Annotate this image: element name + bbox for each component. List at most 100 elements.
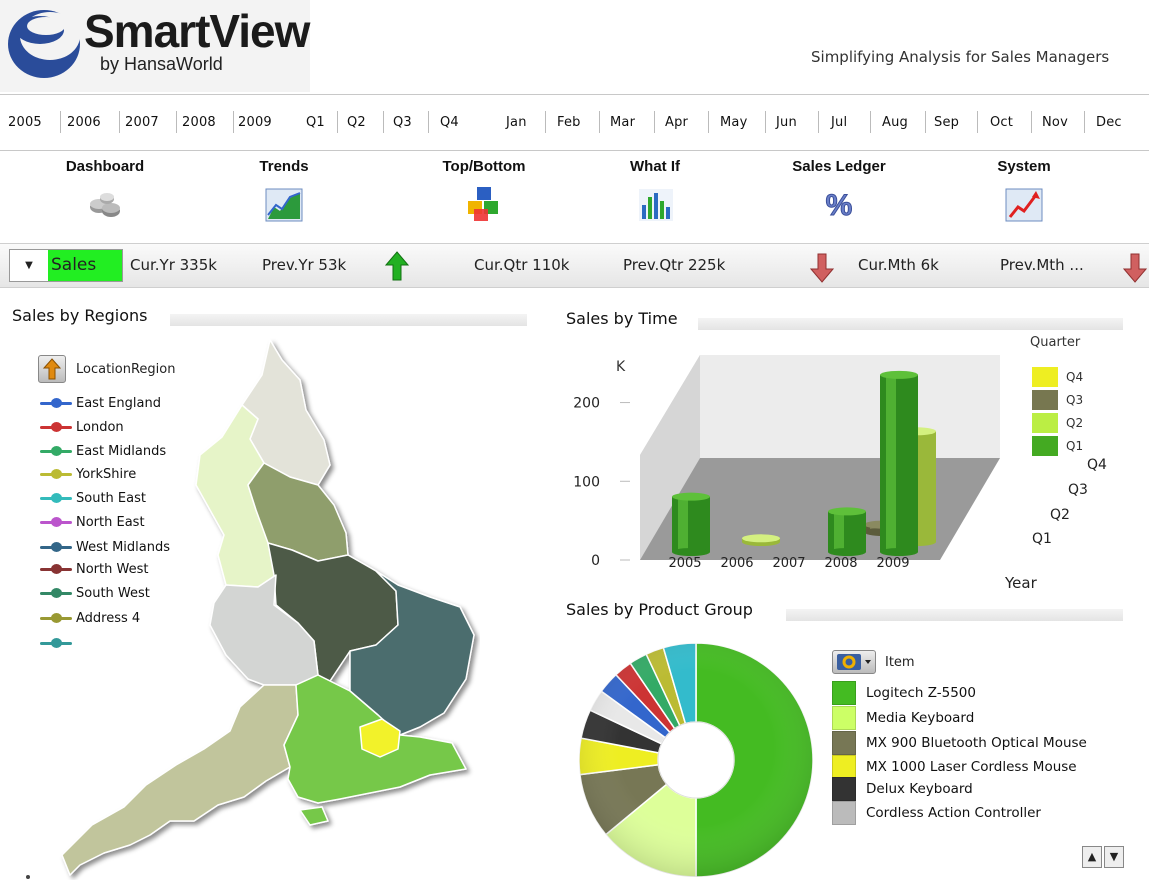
month-jan[interactable]: Jan bbox=[506, 115, 527, 130]
x-axis-title: Year bbox=[1005, 574, 1037, 592]
bar-highlight bbox=[678, 496, 688, 552]
y-tick-label: 200 bbox=[573, 396, 600, 412]
item-selector-button[interactable] bbox=[832, 650, 876, 674]
month-jul[interactable]: Jul bbox=[831, 115, 847, 130]
quarter-q3[interactable]: Q3 bbox=[393, 115, 412, 130]
tagline: Simplifying Analysis for Sales Managers bbox=[811, 48, 1110, 66]
sales-ledger-icon: % bbox=[825, 189, 853, 223]
nav-system[interactable]: System bbox=[959, 158, 1089, 223]
legend-item[interactable]: Delux Keyboard bbox=[832, 777, 973, 801]
legend-item[interactable]: Cordless Action Controller bbox=[832, 801, 1041, 825]
nav-label: What If bbox=[630, 158, 680, 175]
legend-swatch bbox=[832, 706, 856, 730]
year-2006[interactable]: 2006 bbox=[67, 115, 101, 130]
bar-body bbox=[828, 511, 866, 552]
brand-name: SmartView bbox=[84, 5, 310, 57]
y-unit-label: K bbox=[616, 359, 626, 375]
bar-top bbox=[828, 507, 866, 516]
month-mar[interactable]: Mar bbox=[610, 115, 635, 130]
depth-axis-label: Q2 bbox=[1050, 507, 1070, 523]
nav-sales-ledger[interactable]: Sales Ledger % bbox=[774, 158, 904, 223]
nav-label: Sales Ledger bbox=[792, 158, 886, 175]
quarter-q4[interactable]: Q4 bbox=[440, 115, 459, 130]
down-arrow-icon bbox=[810, 253, 834, 283]
nav-what-if[interactable]: What If bbox=[590, 158, 720, 223]
legend-scroll: ▲ ▼ bbox=[1082, 846, 1124, 868]
legend-swatch bbox=[1032, 436, 1058, 456]
month-nov[interactable]: Nov bbox=[1042, 115, 1068, 130]
chevron-up-icon[interactable]: ▲ bbox=[1082, 846, 1102, 868]
sales-by-time-chart: K 0 100 200 2005 2006 2007 2008 2009 bbox=[573, 355, 1000, 571]
year-2009[interactable]: 2009 bbox=[238, 115, 272, 130]
month-sep[interactable]: Sep bbox=[934, 115, 959, 130]
brand-sub: by HansaWorld bbox=[100, 54, 223, 74]
bar-top bbox=[742, 534, 780, 543]
legend-swatch bbox=[1032, 390, 1058, 410]
month-dec[interactable]: Dec bbox=[1096, 115, 1122, 130]
england-region-map bbox=[26, 339, 475, 879]
year-2005[interactable]: 2005 bbox=[8, 115, 42, 130]
bar-highlight bbox=[886, 374, 896, 552]
legend-item[interactable]: Q1 bbox=[1032, 436, 1083, 456]
measure-select[interactable]: ▼ Sales bbox=[9, 249, 123, 282]
top-bottom-icon bbox=[468, 187, 498, 221]
legend-item[interactable]: Media Keyboard bbox=[832, 706, 974, 730]
nav-dashboard[interactable]: Dashboard bbox=[40, 158, 170, 223]
quarter-legend-title: Quarter bbox=[1030, 335, 1081, 350]
region-isle-of-wight[interactable] bbox=[299, 806, 329, 826]
legend-swatch bbox=[832, 801, 856, 825]
legend-item[interactable]: MX 900 Bluetooth Optical Mouse bbox=[832, 731, 1087, 755]
legend-item[interactable]: Logitech Z-5500 bbox=[832, 681, 976, 705]
month-aug[interactable]: Aug bbox=[882, 115, 908, 130]
chevron-down-icon[interactable]: ▼ bbox=[1104, 846, 1124, 868]
quarter-q2[interactable]: Q2 bbox=[347, 115, 366, 130]
x-tick-label: 2005 bbox=[668, 556, 701, 571]
bar-base bbox=[880, 548, 918, 556]
bar-base bbox=[672, 548, 710, 556]
y-tick-label: 0 bbox=[591, 553, 600, 569]
bar-q1-2009[interactable] bbox=[880, 370, 918, 556]
x-tick-label: 2009 bbox=[876, 556, 909, 571]
svg-text:%: % bbox=[826, 189, 853, 222]
trends-icon bbox=[265, 188, 303, 222]
legend-swatch bbox=[1032, 367, 1058, 387]
bar-top bbox=[672, 492, 710, 501]
month-may[interactable]: May bbox=[720, 115, 747, 130]
product-legend-title: Item bbox=[885, 655, 915, 670]
year-2008[interactable]: 2008 bbox=[182, 115, 216, 130]
month-feb[interactable]: Feb bbox=[557, 115, 581, 130]
bar-top bbox=[880, 370, 918, 379]
legend-item[interactable]: Q3 bbox=[1032, 390, 1083, 410]
kpi-cur-yr: Cur.Yr 335k bbox=[130, 256, 217, 274]
quarter-q1[interactable]: Q1 bbox=[306, 115, 325, 130]
x-tick-label: 2007 bbox=[772, 556, 805, 571]
time-filter-bar: 2005 2006 2007 2008 2009 Q1 Q2 Q3 Q4 Jan… bbox=[0, 101, 1149, 145]
region-south-west[interactable] bbox=[61, 684, 299, 876]
legend-item[interactable]: Q4 bbox=[1032, 367, 1083, 387]
sales-by-product-chart bbox=[578, 642, 814, 878]
nav-label: System bbox=[997, 158, 1051, 175]
nav-top-bottom[interactable]: Top/Bottom bbox=[419, 158, 549, 223]
bar-q2-2006[interactable] bbox=[742, 534, 780, 546]
month-jun[interactable]: Jun bbox=[776, 115, 797, 130]
chevron-down-icon: ▼ bbox=[25, 260, 33, 271]
legend-swatch bbox=[832, 755, 856, 779]
nav-label: Top/Bottom bbox=[442, 158, 526, 175]
year-2007[interactable]: 2007 bbox=[125, 115, 159, 130]
bar-q1-2005[interactable] bbox=[672, 492, 710, 556]
month-apr[interactable]: Apr bbox=[665, 115, 688, 130]
depth-axis-label: Q3 bbox=[1068, 482, 1088, 498]
month-oct[interactable]: Oct bbox=[990, 115, 1013, 130]
x-tick-label: 2006 bbox=[720, 556, 753, 571]
nav-trends[interactable]: Trends bbox=[219, 158, 349, 223]
dashboard-icon bbox=[90, 193, 120, 217]
kpi-prev-yr: Prev.Yr 53k bbox=[262, 256, 347, 274]
refresh-icon bbox=[837, 654, 871, 670]
legend-item[interactable]: MX 1000 Laser Cordless Mouse bbox=[832, 755, 1077, 779]
bar-q1-2008[interactable] bbox=[828, 507, 866, 556]
measure-select-value: Sales bbox=[48, 250, 122, 281]
legend-item[interactable]: Q2 bbox=[1032, 413, 1083, 433]
x-tick-label: 2008 bbox=[824, 556, 857, 571]
divider bbox=[0, 94, 1149, 95]
divider bbox=[0, 150, 1149, 151]
